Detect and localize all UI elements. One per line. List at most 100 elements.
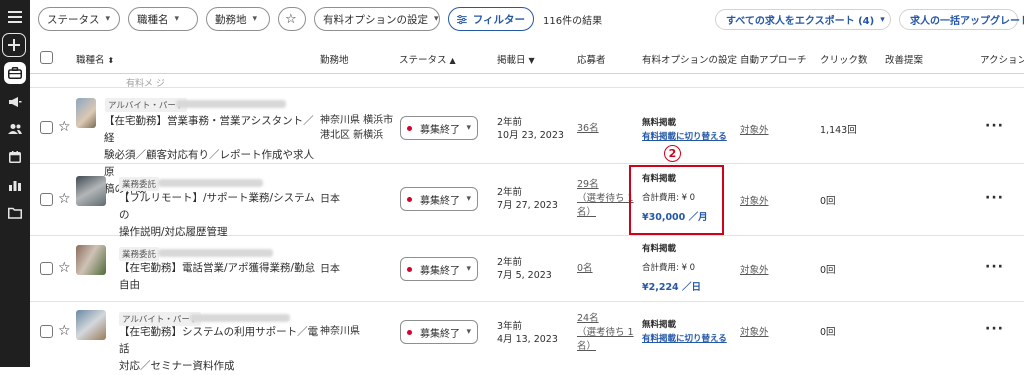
budget-link[interactable]: ¥2,224 ／日 <box>642 282 701 293</box>
applicants-line: （選考待ち 1 <box>577 193 634 204</box>
status-dot <box>407 196 412 202</box>
status-select[interactable]: 募集終了 ▾ <box>400 187 478 211</box>
table-row[interactable]: ☆ 業務委託 【在宅勤務】電話営業/アポ獲得業務/勤怠 自由 日本 募集終了 ▾ … <box>30 236 1024 302</box>
auto-approach-link[interactable]: 対象外 <box>740 324 769 338</box>
star-icon[interactable]: ☆ <box>58 192 71 206</box>
applicants-line: 29名 <box>577 179 599 190</box>
sort-desc-icon: ▼ <box>528 56 535 65</box>
chevron-down-icon: ▾ <box>466 194 471 204</box>
applicants-link[interactable]: 29名 （選考待ち 1 名） <box>577 178 634 220</box>
applicants-link[interactable]: 0名 <box>577 262 593 276</box>
paid-option-filter[interactable]: 有料オプションの設定 ▾ <box>314 7 440 31</box>
favorites-filter[interactable]: ☆ <box>278 7 306 31</box>
column-posted[interactable]: 掲載日 ▼ <box>497 52 535 66</box>
star-icon[interactable]: ☆ <box>58 261 71 275</box>
switch-to-paid-link[interactable]: 有料掲載に切り替える <box>642 334 727 344</box>
table-row[interactable]: ☆ 業務委託 【フルリモート】/サポート業務/システムの 操作説明/対応履歴管理… <box>30 164 1024 238</box>
switch-to-paid-link[interactable]: 有料掲載に切り替える <box>642 132 727 142</box>
blurred-company <box>158 179 263 187</box>
job-type-badge: 業務委託 <box>119 247 160 261</box>
column-applicants: 応募者 <box>577 55 606 66</box>
job-category-filter[interactable]: 職種名 ▾ <box>128 7 198 31</box>
more-icon[interactable]: ··· <box>985 259 1004 275</box>
option-type: 有料掲載 <box>642 244 677 254</box>
chevron-down-icon: ▾ <box>880 14 885 25</box>
folder-icon[interactable] <box>4 202 26 224</box>
bar-chart-icon[interactable] <box>4 174 26 196</box>
export-all-label: すべての求人をエクスポート (4) <box>726 16 875 27</box>
job-title-link[interactable]: 【在宅勤務】システムの利用サポート／電話 対応／セミナー資料作成 <box>119 324 319 375</box>
blurred-company <box>158 249 273 257</box>
auto-approach-link[interactable]: 対象外 <box>740 262 769 276</box>
star-icon[interactable]: ☆ <box>58 324 71 338</box>
applicants-link[interactable]: 24名 （選考待ち 1 名） <box>577 312 634 354</box>
click-count: 1,143回 <box>820 125 857 136</box>
applicants-link[interactable]: 36名 <box>577 122 599 136</box>
menu-icon[interactable] <box>4 6 26 28</box>
table-header: 職種名 ⬍ 勤務地 ステータス ▲ 掲載日 ▼ 応募者 有料オプションの設定 自… <box>30 40 1024 74</box>
blurred-company <box>190 314 290 322</box>
location-line: 日本 <box>320 264 340 275</box>
location-line: 日本 <box>320 194 340 205</box>
table-row[interactable]: ☆ アルバイト・パート 【在宅勤務】営業事務・営業アシスタント／経 験必須／顧客… <box>30 88 1024 195</box>
main-content: ステータス ▾ 職種名 ▾ 勤務地 ▾ ☆ 有料オプションの設定 ▾ フィルター 116… <box>30 0 1024 372</box>
briefcase-icon[interactable] <box>4 62 26 84</box>
job-location: 日本 <box>320 262 340 277</box>
job-title-line: 【フルリモート】/サポート業務/システムの <box>119 192 315 221</box>
filter-icon <box>457 14 467 24</box>
auto-approach-link[interactable]: 対象外 <box>740 122 769 136</box>
column-job-title[interactable]: 職種名 ⬍ <box>76 52 114 66</box>
job-title-link[interactable]: 【在宅勤務】電話営業/アポ獲得業務/勤怠 自由 <box>119 260 319 294</box>
posted-date: 3年前 4月 13, 2023 <box>497 320 558 346</box>
posted-date: 2年前 7月 27, 2023 <box>497 186 558 212</box>
table-row-partial: 有料メ ジ <box>30 74 1024 88</box>
column-status-label: ステータス <box>399 55 447 66</box>
table-row[interactable]: ☆ アルバイト・パート 【在宅勤務】システムの利用サポート／電話 対応／セミナー… <box>30 302 1024 372</box>
applicants-line: 名） <box>577 207 597 218</box>
row-checkbox[interactable] <box>40 121 53 134</box>
job-location: 神奈川県 横浜市 港北区 新横浜 <box>320 113 393 143</box>
annotation-badge: 2 <box>664 145 681 162</box>
row-checkbox[interactable] <box>40 325 53 338</box>
filter-button[interactable]: フィルター <box>448 7 534 31</box>
partial-row-text: 有料メ ジ <box>126 79 165 88</box>
job-title-link[interactable]: 【フルリモート】/サポート業務/システムの 操作説明/対応履歴管理 <box>119 190 319 241</box>
sort-asc-icon: ▲ <box>449 56 456 65</box>
status-select[interactable]: 募集終了 ▾ <box>400 257 478 281</box>
export-all-button[interactable]: すべての求人をエクスポート (4) ▾ <box>715 9 891 30</box>
status-select[interactable]: 募集終了 ▾ <box>400 116 478 140</box>
star-icon[interactable]: ☆ <box>58 120 71 134</box>
job-thumbnail <box>76 98 96 128</box>
more-icon[interactable]: ··· <box>985 118 1004 134</box>
megaphone-icon[interactable] <box>4 91 26 113</box>
auto-approach-link[interactable]: 対象外 <box>740 193 769 207</box>
column-status[interactable]: ステータス ▲ <box>399 52 456 66</box>
job-title-line: 【在宅勤務】システムの利用サポート／電話 <box>119 326 319 355</box>
chevron-down-icon: ▾ <box>434 14 439 24</box>
row-checkbox[interactable] <box>40 262 53 275</box>
row-checkbox[interactable] <box>40 193 53 206</box>
posted-date-value: 10月 23, 2023 <box>497 130 564 141</box>
status-filter[interactable]: ステータス ▾ <box>38 7 120 31</box>
click-count: 0回 <box>820 265 836 276</box>
status-label: 募集終了 <box>420 195 460 207</box>
calendar-icon[interactable] <box>4 146 26 168</box>
option-type: 無料掲載 <box>642 320 677 330</box>
plus-icon[interactable] <box>2 33 26 57</box>
more-icon[interactable]: ··· <box>985 190 1004 206</box>
star-icon: ☆ <box>285 11 297 27</box>
bulk-upgrade-button[interactable]: 求人の一括アップグレード <box>899 9 1024 30</box>
column-paid-option: 有料オプションの設定 <box>642 55 738 66</box>
posted-date: 2年前 10月 23, 2023 <box>497 116 564 142</box>
column-posted-label: 掲載日 <box>497 55 526 66</box>
select-all-checkbox[interactable] <box>40 51 53 64</box>
people-icon[interactable] <box>4 118 26 140</box>
location-filter[interactable]: 勤務地 ▾ <box>206 7 270 31</box>
status-label: 募集終了 <box>420 124 460 136</box>
job-location: 日本 <box>320 192 340 207</box>
status-select[interactable]: 募集終了 ▾ <box>400 320 478 344</box>
column-actions: アクション <box>980 55 1024 66</box>
status-label: 募集終了 <box>420 328 460 340</box>
more-icon[interactable]: ··· <box>985 321 1004 337</box>
filter-button-label: フィルター <box>472 13 525 26</box>
